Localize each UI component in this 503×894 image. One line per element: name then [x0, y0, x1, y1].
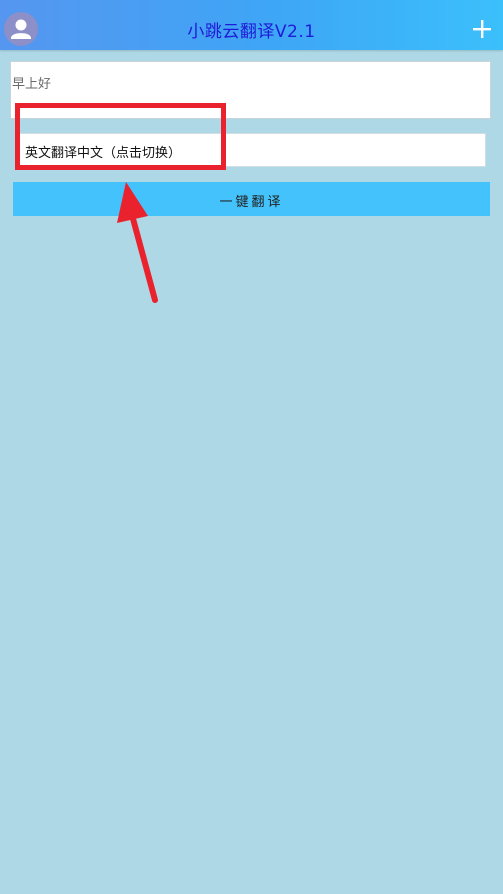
app-title: 小跳云翻译V2.1 [187, 22, 316, 42]
app-header: 小跳云翻译V2.1 [0, 0, 503, 50]
translate-button[interactable]: 一键翻译 [13, 182, 490, 216]
plus-icon[interactable] [471, 18, 493, 40]
annotation-arrow-icon [117, 182, 158, 303]
annotation-highlight-box [15, 103, 226, 170]
translate-button-label: 一键翻译 [219, 195, 284, 210]
source-text-value: 早上好 [12, 77, 52, 92]
